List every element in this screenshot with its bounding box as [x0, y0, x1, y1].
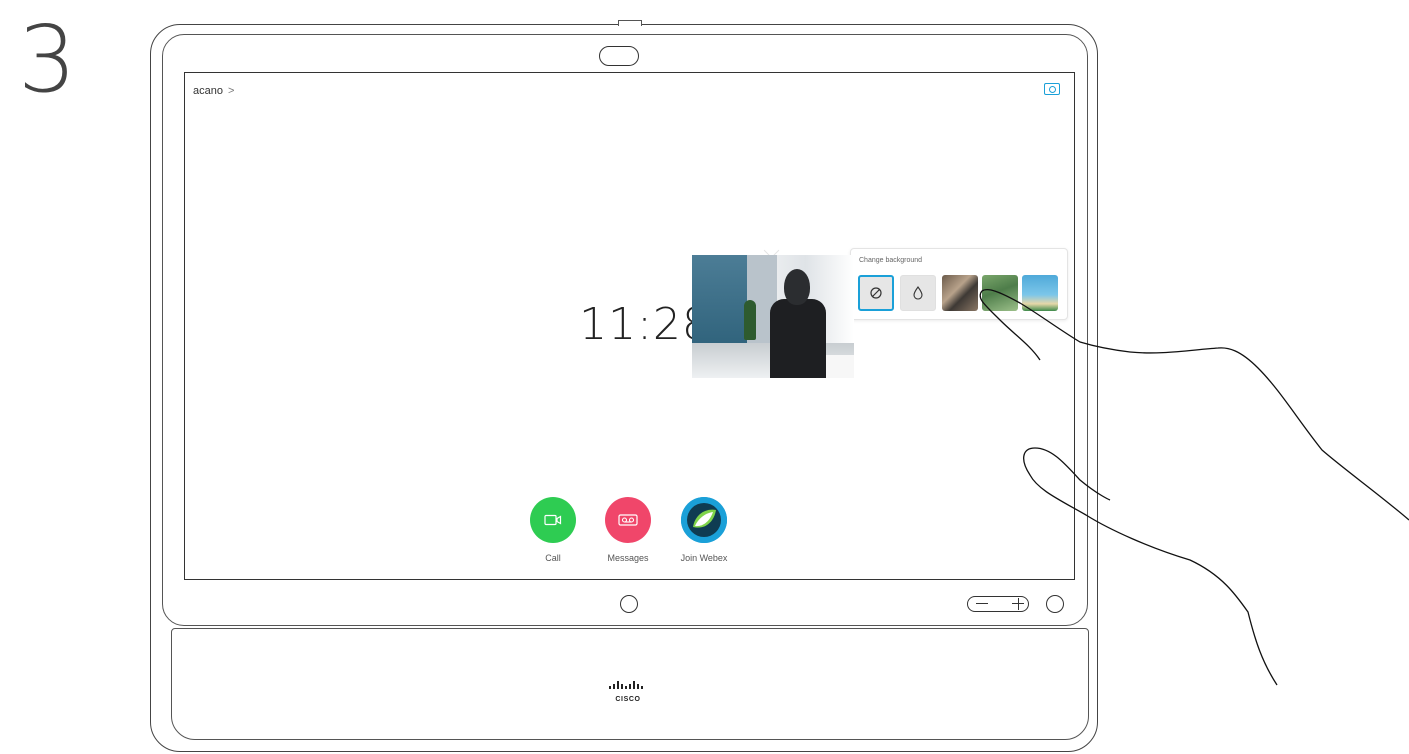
pointing-hand — [979, 288, 1409, 686]
